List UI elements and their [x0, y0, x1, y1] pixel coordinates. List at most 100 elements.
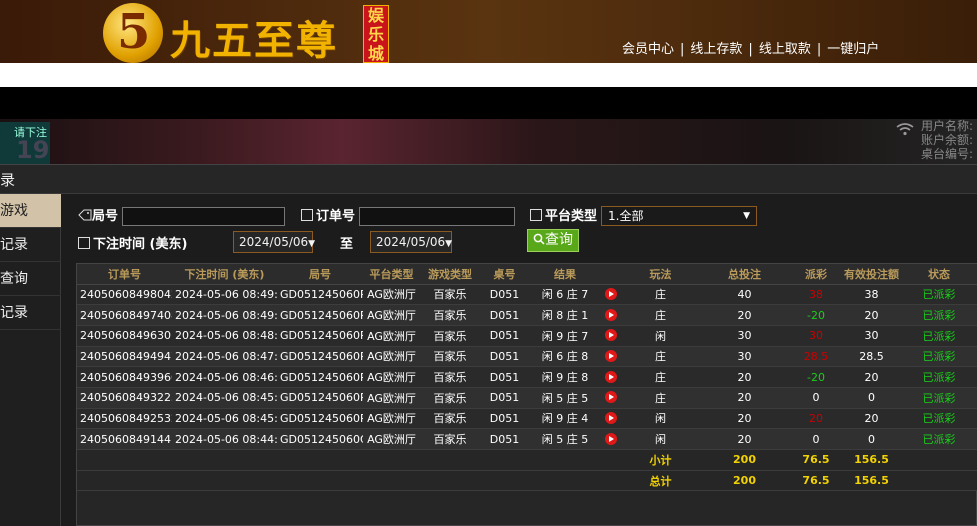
- play-icon[interactable]: [605, 329, 617, 342]
- side-item-game[interactable]: 游戏: [0, 194, 61, 228]
- summary-cell: [480, 470, 529, 492]
- date-to-picker[interactable]: 2024/05/06▼: [370, 231, 452, 253]
- summary-cell: [900, 449, 977, 471]
- user-info: 用户名称: 账户余额: 桌台编号:: [921, 119, 973, 161]
- table-cell: 2024-05-06 08:49:44: [172, 284, 277, 306]
- side-item-record-2[interactable]: 记录: [0, 296, 61, 330]
- summary-cell: [420, 449, 480, 471]
- summary-cell: [900, 470, 977, 492]
- table-cell: 2024-05-06 08:45:59: [172, 387, 277, 409]
- summary-cell: 小计: [621, 449, 700, 471]
- date-from-picker[interactable]: 2024/05/06▼: [233, 231, 316, 253]
- table-cell: AG欧洲厅: [363, 304, 420, 326]
- table-cell: 20: [700, 408, 789, 430]
- search-icon: [533, 233, 545, 245]
- table-cell: 240506084949477: [77, 346, 172, 368]
- play-icon[interactable]: [605, 432, 617, 445]
- balance-label: 账户余额:: [921, 133, 974, 147]
- table-cell: 20: [700, 304, 789, 326]
- column-header: 桌号: [480, 264, 529, 285]
- summary-cell: 76.5: [789, 470, 843, 492]
- table-cell: 已派彩: [900, 408, 977, 430]
- table-cell: 0: [843, 428, 900, 450]
- table-cell: GD051245060R0: [277, 408, 363, 430]
- table-cell: 庄: [621, 304, 700, 326]
- table-cell: AG欧洲厅: [363, 428, 420, 450]
- nav-online-deposit[interactable]: 线上存款: [690, 42, 742, 57]
- table-cell: 已派彩: [900, 428, 977, 450]
- round-number-input[interactable]: [122, 207, 285, 226]
- table-cell: -20: [789, 366, 843, 388]
- summary-cell: [77, 470, 172, 492]
- table-cell: 百家乐: [420, 304, 480, 326]
- table-cell: 30: [700, 346, 789, 368]
- platform-select[interactable]: 1.全部 ▼: [601, 206, 757, 226]
- table-cell: 0: [789, 387, 843, 409]
- countdown-number: 19: [16, 136, 50, 164]
- table-header-row: 订单号 下注时间 (美东) 局号 平台类型 游戏类型 桌号 结果 玩法 总投注 派彩 有效投注额 状态: [77, 264, 977, 285]
- chevron-down-icon: ▼: [308, 239, 316, 249]
- table-cell: 28.5: [789, 346, 843, 368]
- video-replay-cell: [601, 387, 621, 409]
- column-header: 订单号: [77, 264, 172, 285]
- play-icon[interactable]: [605, 370, 617, 383]
- table-cell: 百家乐: [420, 346, 480, 368]
- nav-separator: |: [816, 42, 822, 57]
- table-row: 2405060849494772024-05-06 08:47:19GD0512…: [77, 346, 977, 368]
- table-row: 2405060849253242024-05-06 08:45:25GD0512…: [77, 408, 977, 430]
- side-item-record[interactable]: 记录: [0, 228, 61, 262]
- play-icon[interactable]: [605, 349, 617, 362]
- table-cell: 已派彩: [900, 366, 977, 388]
- calendar-icon: [78, 237, 90, 249]
- column-header: 结果: [529, 264, 601, 285]
- table-cell: 20: [843, 366, 900, 388]
- play-icon[interactable]: [605, 308, 617, 321]
- summary-cell: [601, 470, 621, 492]
- table-row: 2405060849322312024-05-06 08:45:59GD0512…: [77, 387, 977, 409]
- nav-separator: |: [748, 42, 753, 57]
- site-logo-text: 九五至尊: [170, 17, 338, 64]
- table-cell: 庄: [621, 366, 700, 388]
- summary-cell: [172, 470, 277, 492]
- nav-online-withdraw[interactable]: 线上取款: [759, 42, 811, 57]
- table-cell: 闲 6 庄 8: [529, 346, 601, 368]
- table-cell: 240506084963017: [77, 325, 172, 347]
- nav-one-click-transfer[interactable]: 一键归户: [827, 42, 879, 57]
- table-cell: 百家乐: [420, 428, 480, 450]
- bet-countdown: 请下注 19: [0, 122, 50, 164]
- table-cell: 2024-05-06 08:48:23: [172, 325, 277, 347]
- video-replay-cell: [601, 284, 621, 306]
- summary-cell: [363, 470, 420, 492]
- table-cell: 30: [700, 325, 789, 347]
- query-button[interactable]: 查询: [527, 229, 579, 252]
- summary-cell: [529, 470, 601, 492]
- column-header: 玩法: [621, 264, 700, 285]
- table-row: 2405060849144192024-05-06 08:44:39GD0512…: [77, 428, 977, 450]
- table-cell: 2024-05-06 08:49:15: [172, 304, 277, 326]
- black-band: [0, 87, 977, 119]
- play-icon[interactable]: [605, 411, 617, 424]
- table-cell: AG欧洲厅: [363, 346, 420, 368]
- table-cell: 闲 5 庄 5: [529, 387, 601, 409]
- play-icon[interactable]: [605, 287, 617, 300]
- table-cell: 已派彩: [900, 325, 977, 347]
- side-item-query[interactable]: 查询: [0, 262, 61, 296]
- clipboard-icon: [301, 209, 313, 221]
- table-cell: D051: [480, 408, 529, 430]
- table-cell: 20: [843, 408, 900, 430]
- table-cell: 20: [843, 304, 900, 326]
- table-cell: AG欧洲厅: [363, 366, 420, 388]
- order-number-input[interactable]: [359, 207, 515, 226]
- nav-member-center[interactable]: 会员中心: [622, 42, 674, 57]
- table-cell: D051: [480, 325, 529, 347]
- table-cell: 百家乐: [420, 408, 480, 430]
- play-icon[interactable]: [605, 391, 617, 404]
- table-cell: 240506084974089: [77, 304, 172, 326]
- wifi-icon: [896, 123, 914, 136]
- table-cell: 2024-05-06 08:47:19: [172, 346, 277, 368]
- summary-cell: [277, 470, 363, 492]
- table-cell: 38: [843, 284, 900, 306]
- summary-cell: [363, 449, 420, 471]
- table-cell: GD051245060R7: [277, 284, 363, 306]
- table-cell: 240506084932231: [77, 387, 172, 409]
